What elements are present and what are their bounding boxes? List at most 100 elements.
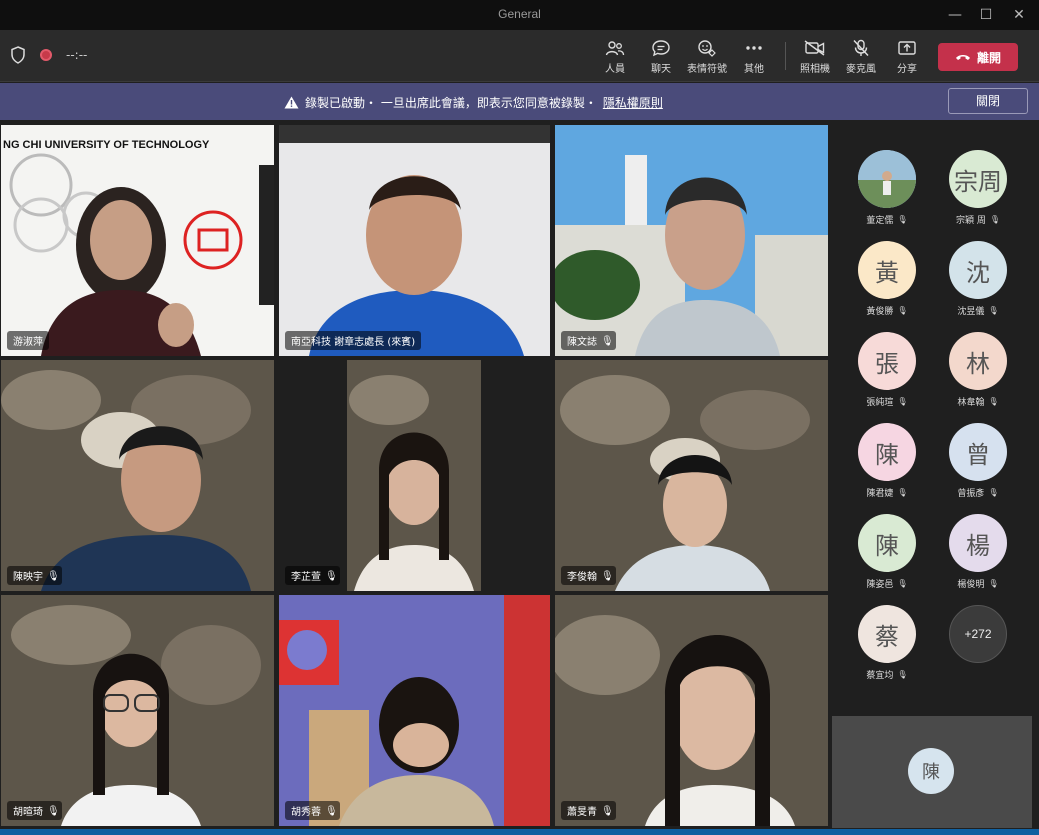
avatar: 宗周 xyxy=(949,150,1007,208)
roster-name: 董定儒 xyxy=(866,216,894,226)
video-tile[interactable]: 李芷萱 🎙 xyxy=(279,360,550,591)
avatar: 林 xyxy=(949,332,1007,390)
roster-participant[interactable]: 董定儒 🎙 xyxy=(842,150,932,226)
roster-participant[interactable]: 宗周 宗穎 周 🎙 xyxy=(933,150,1023,226)
roster-name: 林韋翰 xyxy=(957,398,985,408)
recording-banner: 錄製已啟動・ 一旦出席此會議，即表示您同意被錄製・ 隱私權原則 關閉 xyxy=(0,83,1039,120)
warning-icon xyxy=(284,96,299,109)
roster-participant[interactable]: 蔡 蔡宜均 🎙 xyxy=(842,605,932,681)
shield-icon xyxy=(11,46,25,64)
dismiss-banner-button[interactable]: 關閉 xyxy=(948,88,1028,114)
roster-participant[interactable]: 曾 曾振彥 🎙 xyxy=(933,423,1023,499)
share-icon xyxy=(898,41,916,55)
participant-video xyxy=(1,125,274,356)
people-icon xyxy=(605,41,625,56)
roster-name: 蔡宜均 xyxy=(866,671,894,681)
video-tile[interactable]: 陳文誌 🎙 xyxy=(555,125,828,356)
participant-name-label: 胡暄琦 🎙 xyxy=(7,801,62,820)
maximize-button[interactable]: ☐ xyxy=(971,4,1001,26)
close-window-button[interactable]: ✕ xyxy=(1004,4,1034,26)
roster-participant[interactable]: 沈 沈昱儀 🎙 xyxy=(933,241,1023,317)
video-tile[interactable]: 蕭旻青 🎙 xyxy=(555,595,828,826)
mic-muted-icon: 🎙 xyxy=(47,805,60,817)
roster-name: 張純瑄 xyxy=(866,398,894,408)
participant-name-label: 胡秀蓉 🎙 xyxy=(285,801,340,820)
participant-name-label: 南亞科技 謝章志處長 (來賓) xyxy=(285,331,422,350)
more-options-button[interactable]: 其他 xyxy=(732,38,776,75)
roster-participant[interactable]: 陳 陳君婕 🎙 xyxy=(842,423,932,499)
self-view-tile[interactable]: 陳 xyxy=(832,716,1032,828)
leave-button[interactable]: 離開 xyxy=(938,43,1018,71)
hang-up-icon xyxy=(955,55,970,60)
mic-muted-icon: 🎙 xyxy=(601,805,614,817)
minimize-button[interactable]: — xyxy=(940,4,970,26)
video-tile[interactable]: NG CHI UNIVERSITY OF TECHNOLOGY 游淑萍 xyxy=(1,125,274,356)
mic-toggle-button[interactable]: 麥克風 xyxy=(839,38,883,75)
participant-video xyxy=(1,595,274,826)
mic-muted-icon: 🎙 xyxy=(989,215,1001,224)
mic-muted-icon: 🎙 xyxy=(325,570,338,582)
people-button-label: 人員 xyxy=(605,64,625,75)
mic-muted-icon: 🎙 xyxy=(897,306,908,315)
roster-name: 陳君婕 xyxy=(866,489,894,499)
more-participants-button[interactable]: +272 xyxy=(933,605,1023,663)
mic-muted-icon: 🎙 xyxy=(601,570,614,582)
participant-video xyxy=(555,595,828,826)
camera-toggle-label: 照相機 xyxy=(800,64,830,75)
participant-video xyxy=(555,125,828,356)
mic-muted-icon: 🎙 xyxy=(897,397,908,406)
share-button-label: 分享 xyxy=(897,64,917,75)
video-tile[interactable]: 胡秀蓉 🎙 xyxy=(279,595,550,826)
mic-muted-icon: 🎙 xyxy=(988,397,999,406)
video-tile-active-speaker[interactable]: 南亞科技 謝章志處長 (來賓) xyxy=(279,125,550,356)
participant-video xyxy=(279,595,550,826)
camera-toggle-button[interactable]: 照相機 xyxy=(793,38,837,75)
roster-name: 宗穎 周 xyxy=(955,216,986,226)
roster-participant[interactable]: 張 張純瑄 🎙 xyxy=(842,332,932,408)
avatar: 張 xyxy=(858,332,916,390)
reactions-button-label: 表情符號 xyxy=(687,64,727,75)
share-button[interactable]: 分享 xyxy=(885,38,929,75)
roster-participant[interactable]: 楊 楊俊明 🎙 xyxy=(933,514,1023,590)
title-bar: General — ☐ ✕ xyxy=(0,0,1039,30)
avatar: 沈 xyxy=(949,241,1007,299)
roster-participant[interactable]: 林 林韋翰 🎙 xyxy=(933,332,1023,408)
participant-name-label: 陳文誌 🎙 xyxy=(561,331,616,350)
mic-muted-icon: 🎙 xyxy=(897,579,908,588)
profile-photo xyxy=(858,150,916,208)
participant-video xyxy=(279,360,550,591)
more-options-label: 其他 xyxy=(744,64,764,75)
people-button[interactable]: 人員 xyxy=(593,38,637,75)
mic-muted-icon: 🎙 xyxy=(988,306,999,315)
chat-button[interactable]: 聊天 xyxy=(639,38,683,75)
video-tile[interactable]: 胡暄琦 🎙 xyxy=(1,595,274,826)
privacy-policy-link[interactable]: 隱私權原則 xyxy=(603,94,663,111)
video-tile[interactable]: 李俊翰 🎙 xyxy=(555,360,828,591)
banner-text: NG CHI UNIVERSITY OF TECHNOLOGY xyxy=(3,139,210,151)
roster-participant[interactable]: 陳 陳姿邑 🎙 xyxy=(842,514,932,590)
camera-off-icon xyxy=(804,40,825,56)
avatar xyxy=(858,150,916,208)
roster-participant[interactable]: 黃 黃俊勝 🎙 xyxy=(842,241,932,317)
reactions-button[interactable]: 表情符號 xyxy=(685,38,729,75)
meeting-timer: --:-- xyxy=(66,48,88,62)
mic-muted-icon: 🎙 xyxy=(325,805,338,817)
mic-toggle-label: 麥克風 xyxy=(846,64,876,75)
toolbar-divider xyxy=(785,42,786,70)
recording-notice-text: 錄製已啟動・ 一旦出席此會議，即表示您同意被錄製・ xyxy=(305,96,597,110)
roster-name: 曾振彥 xyxy=(957,489,985,499)
chat-icon xyxy=(652,40,670,57)
mic-muted-icon: 🎙 xyxy=(988,579,999,588)
avatar: 陳 xyxy=(858,423,916,481)
participant-name-label: 陳映宇 🎙 xyxy=(7,566,62,585)
leave-button-label: 離開 xyxy=(976,50,1001,65)
mic-muted-icon: 🎙 xyxy=(897,670,908,679)
avatar: 蔡 xyxy=(858,605,916,663)
reactions-icon xyxy=(698,40,716,57)
self-avatar: 陳 xyxy=(908,748,954,794)
participant-name-label: 李俊翰 🎙 xyxy=(561,566,616,585)
participant-video xyxy=(555,360,828,591)
mic-muted-icon: 🎙 xyxy=(47,570,60,582)
video-tile[interactable]: 陳映宇 🎙 xyxy=(1,360,274,591)
roster-name: 黃俊勝 xyxy=(866,307,894,317)
